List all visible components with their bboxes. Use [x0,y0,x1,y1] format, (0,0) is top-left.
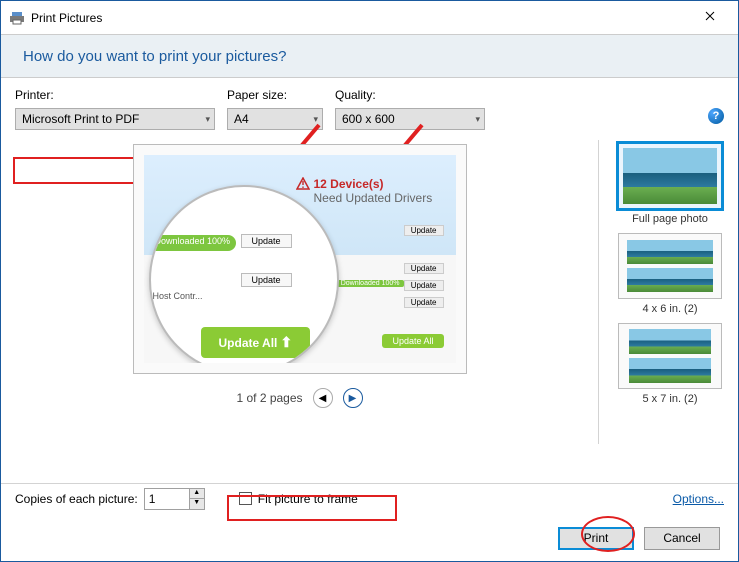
close-button[interactable] [690,1,730,31]
copies-stepper[interactable]: ▲ ▼ [144,488,205,510]
header-band: How do you want to print your pictures? [1,34,738,78]
layout-5x7[interactable]: 5 x 7 in. (2) [602,323,738,405]
update-all-button: Update All ⬆ [201,327,311,358]
layout-pane[interactable]: Full page photo 4 x 6 in. (2) 5 x 7 in. … [598,140,738,444]
device-warning: 12 Device(s) Need Updated Drivers [314,177,433,205]
copies-input[interactable] [145,489,189,509]
quality-value: 600 x 600 [342,112,395,126]
close-icon [705,11,715,21]
help-icon[interactable]: ? [708,108,724,124]
cancel-button[interactable]: Cancel [644,527,720,550]
button-row: Print Cancel [1,515,738,561]
print-button[interactable]: Print [558,527,634,550]
page-status: 1 of 2 pages [236,391,302,405]
next-page-button[interactable]: ▶ [343,388,363,408]
chevron-down-icon: ▾ [475,114,480,125]
fit-frame-label: Fit picture to frame [258,492,358,506]
printer-label: Printer: [15,88,215,102]
pager: 1 of 2 pages ◀ ▶ [236,388,362,408]
preview-pane: 12 Device(s) Need Updated Drivers Update… [1,140,598,444]
copies-label: Copies of each picture: [15,492,138,506]
magnifier-circle: Downloaded 100% Update Update Host Contr… [149,185,339,363]
controls-row: Printer: Microsoft Print to PDF ▾ Paper … [1,78,738,136]
printer-value: Microsoft Print to PDF [22,112,139,126]
chevron-down-icon: ▾ [313,114,318,125]
printer-combo[interactable]: Microsoft Print to PDF ▾ [15,108,215,130]
header-question: How do you want to print your pictures? [23,48,286,65]
paper-size-value: A4 [234,112,249,126]
window-title: Print Pictures [31,11,102,25]
quality-combo[interactable]: 600 x 600 ▾ [335,108,485,130]
copies-up-button[interactable]: ▲ [189,489,204,499]
fit-frame-checkbox[interactable] [239,492,252,505]
layout-4x6[interactable]: 4 x 6 in. (2) [602,233,738,315]
bottom-row: Copies of each picture: ▲ ▼ Fit picture … [1,483,738,513]
preview-frame: 12 Device(s) Need Updated Drivers Update… [133,144,467,374]
printer-icon [9,10,25,26]
chevron-down-icon: ▾ [205,114,210,125]
copies-down-button[interactable]: ▼ [189,499,204,509]
paper-size-label: Paper size: [227,88,323,102]
layout-full-page[interactable]: Full page photo [602,143,738,225]
fit-frame-checkbox-wrap[interactable]: Fit picture to frame [239,492,358,506]
main-area: 12 Device(s) Need Updated Drivers Update… [1,136,738,444]
options-link[interactable]: Options... [673,492,724,506]
paper-size-combo[interactable]: A4 ▾ [227,108,323,130]
preview-content: 12 Device(s) Need Updated Drivers Update… [144,155,456,363]
quality-label: Quality: [335,88,485,102]
title-bar: Print Pictures [1,1,738,34]
prev-page-button[interactable]: ◀ [313,388,333,408]
